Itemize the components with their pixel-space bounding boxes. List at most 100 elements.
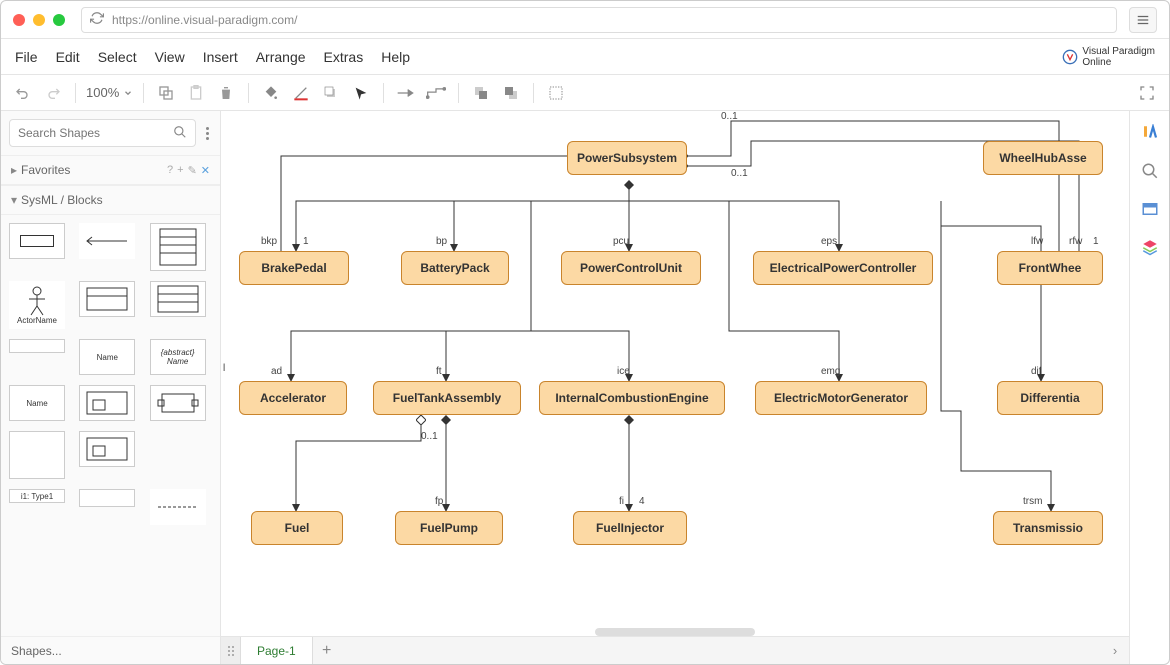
shape-dashed-arrow[interactable] [150, 489, 206, 525]
shape-block-3part[interactable] [150, 281, 206, 317]
tab-grip[interactable] [221, 637, 241, 664]
node-fuel[interactable]: Fuel [251, 511, 343, 545]
undo-button[interactable] [11, 81, 35, 105]
titlebar: https://online.visual-paradigm.com/ [1, 1, 1169, 39]
menubar: File Edit Select View Insert Arrange Ext… [1, 39, 1169, 75]
node-fuel-injector[interactable]: FuelInjector [573, 511, 687, 545]
add-page-button[interactable]: + [313, 642, 341, 660]
format-panel-icon[interactable] [1140, 123, 1160, 143]
node-fuel-pump[interactable]: FuelPump [395, 511, 503, 545]
to-back-button[interactable] [499, 81, 523, 105]
edit-icon[interactable]: ✎ [188, 164, 197, 177]
tab-page-1[interactable]: Page-1 [241, 637, 313, 664]
shape-block-simple[interactable] [9, 223, 65, 259]
zoom-value: 100% [86, 85, 119, 100]
search-panel-icon[interactable] [1140, 161, 1160, 181]
sidebar-more-button[interactable] [202, 127, 212, 140]
shadow-button[interactable] [319, 81, 343, 105]
outline-panel-icon[interactable] [1140, 199, 1160, 219]
copy-button[interactable] [154, 81, 178, 105]
maximize-window-button[interactable] [53, 14, 65, 26]
shape-actor-label: ActorName [17, 316, 57, 325]
browser-menu-button[interactable] [1129, 7, 1157, 33]
shape-block-ports[interactable] [150, 385, 206, 421]
diagram-canvas[interactable]: PowerSubsystem WheelHubAsse BrakePedal B… [221, 111, 1129, 664]
edge-label-eps: eps [821, 236, 837, 247]
close-window-button[interactable] [13, 14, 25, 26]
style-button[interactable] [349, 81, 373, 105]
shape-block-tall[interactable] [9, 431, 65, 479]
shape-palette: ActorName Name {abstract} Name Name i1: … [1, 215, 220, 636]
node-electric-motor-generator[interactable]: ElectricMotorGenerator [755, 381, 927, 415]
favorites-section-header[interactable]: ▸Favorites ? + ✎ ✕ [1, 155, 220, 185]
help-icon[interactable]: ? [167, 164, 173, 177]
redo-button[interactable] [41, 81, 65, 105]
minimize-window-button[interactable] [33, 14, 45, 26]
edge-label-bp: bp [436, 236, 447, 247]
waypoints-button[interactable] [424, 81, 448, 105]
zoom-select[interactable]: 100% [86, 85, 133, 100]
shape-block-compartments[interactable] [150, 223, 206, 271]
tabs-scroll-right[interactable]: › [1101, 643, 1129, 658]
brand-text: Visual Paradigm Online [1082, 46, 1155, 68]
node-electrical-power-controller[interactable]: ElectricalPowerController [753, 251, 933, 285]
edge-label-01c: 0..1 [421, 431, 438, 442]
node-fuel-tank-assembly[interactable]: FuelTankAssembly [373, 381, 521, 415]
node-brake-pedal[interactable]: BrakePedal [239, 251, 349, 285]
tab-label: Page-1 [257, 644, 296, 658]
close-icon[interactable]: ✕ [201, 164, 210, 177]
fill-color-button[interactable] [259, 81, 283, 105]
node-differential[interactable]: Differentia [997, 381, 1103, 415]
fullscreen-button[interactable] [1135, 81, 1159, 105]
shape-actor[interactable]: ActorName [9, 281, 65, 329]
shape-block-thin[interactable] [9, 339, 65, 353]
shape-block-internal[interactable] [79, 385, 135, 421]
edge-label-emg: emg [821, 366, 840, 377]
node-front-wheel[interactable]: FrontWhee [997, 251, 1103, 285]
edge-label-rfw: rfw [1069, 236, 1082, 247]
horizontal-scrollbar[interactable] [595, 628, 755, 636]
menu-file[interactable]: File [15, 49, 38, 65]
url-bar[interactable]: https://online.visual-paradigm.com/ [81, 7, 1117, 33]
node-battery-pack[interactable]: BatteryPack [401, 251, 509, 285]
search-icon[interactable] [173, 125, 187, 142]
shape-block-2part[interactable] [79, 281, 135, 317]
add-icon[interactable]: + [177, 164, 183, 177]
menu-view[interactable]: View [155, 49, 185, 65]
shape-block-small[interactable] [79, 489, 135, 507]
node-power-control-unit[interactable]: PowerControlUnit [561, 251, 701, 285]
shapes-footer-button[interactable]: Shapes... [1, 636, 220, 664]
menu-edit[interactable]: Edit [56, 49, 80, 65]
brand-logo: Visual Paradigm Online [1062, 46, 1155, 68]
delete-button[interactable] [214, 81, 238, 105]
node-wheel-hub-assembly[interactable]: WheelHubAsse [983, 141, 1103, 175]
menu-extras[interactable]: Extras [324, 49, 364, 65]
shape-named-block-alt[interactable]: Name [9, 385, 65, 421]
connector-style-button[interactable] [394, 81, 418, 105]
paste-button[interactable] [184, 81, 208, 105]
menu-insert[interactable]: Insert [203, 49, 238, 65]
shape-typed-part[interactable]: i1: Type1 [9, 489, 65, 503]
edge-label-lfw: lfw [1031, 236, 1043, 247]
menu-arrange[interactable]: Arrange [256, 49, 306, 65]
edge-label-one-a: 1 [303, 236, 309, 247]
node-internal-combustion-engine[interactable]: InternalCombustionEngine [539, 381, 725, 415]
layers-panel-icon[interactable] [1140, 237, 1160, 257]
shape-named-block[interactable]: Name [79, 339, 135, 375]
node-accelerator[interactable]: Accelerator [239, 381, 347, 415]
shape-search[interactable] [9, 119, 196, 147]
sysml-section-header[interactable]: ▾SysML / Blocks [1, 185, 220, 215]
shape-block-nested[interactable] [79, 431, 135, 467]
menu-select[interactable]: Select [98, 49, 137, 65]
reload-icon[interactable] [90, 11, 104, 28]
shape-search-input[interactable] [18, 126, 173, 140]
menu-help[interactable]: Help [381, 49, 410, 65]
shape-abstract-block[interactable]: {abstract} Name [150, 339, 206, 375]
node-transmission[interactable]: Transmissio [993, 511, 1103, 545]
line-color-button[interactable] [289, 81, 313, 105]
marquee-button[interactable] [544, 81, 568, 105]
node-power-subsystem[interactable]: PowerSubsystem [567, 141, 687, 175]
to-front-button[interactable] [469, 81, 493, 105]
shape-arrow[interactable] [79, 223, 135, 259]
shapes-footer-label: Shapes... [11, 644, 62, 658]
